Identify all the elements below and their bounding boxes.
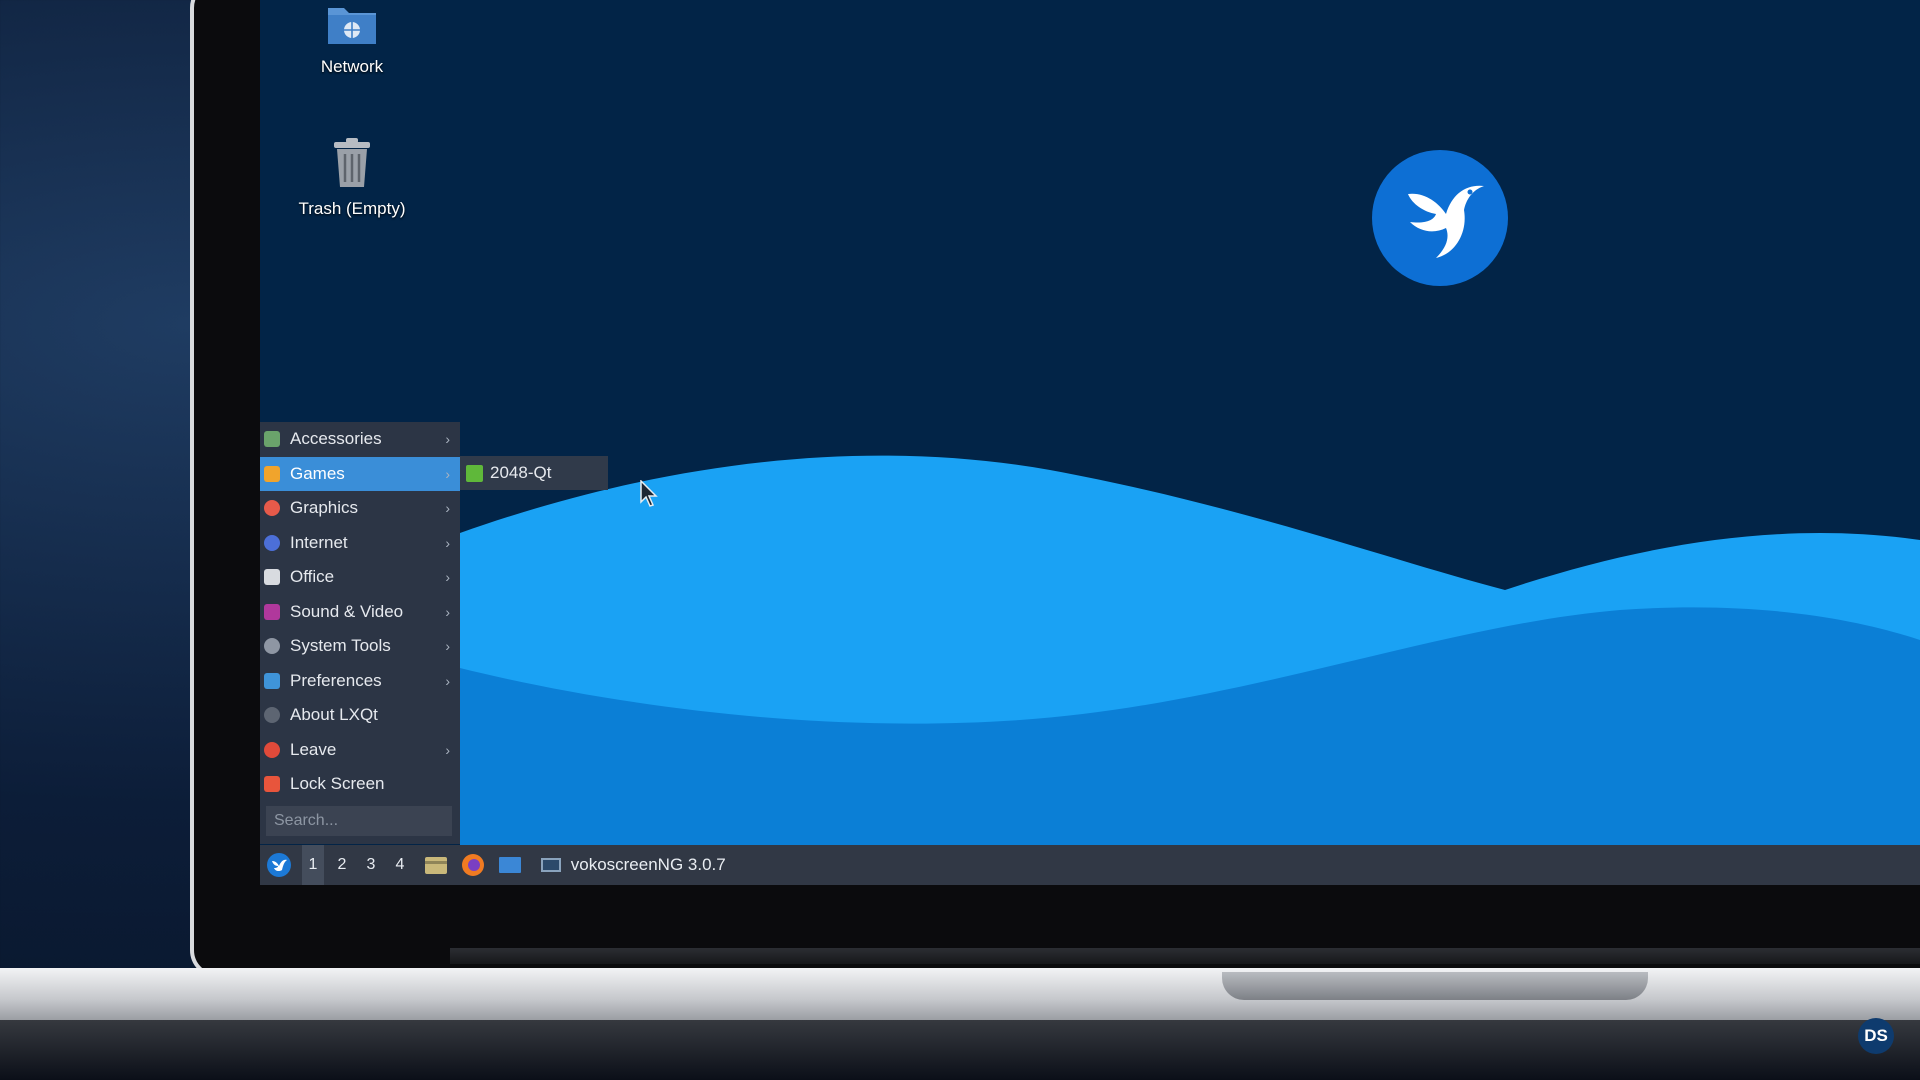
menu-item-sound-video[interactable]: Sound & Video › <box>260 595 460 630</box>
menu-item-accessories[interactable]: Accessories › <box>260 422 460 457</box>
desktop-icon-network[interactable]: Network <box>282 2 422 77</box>
lock-icon <box>264 776 280 792</box>
menu-item-about-lxqt[interactable]: About LXQt <box>260 698 460 733</box>
network-folder-icon <box>282 2 422 51</box>
main-menu-button[interactable] <box>266 845 294 885</box>
submenu-item-label: 2048-Qt <box>490 463 552 482</box>
laptop-shadow <box>0 1020 1920 1080</box>
menu-item-lock-screen[interactable]: Lock Screen <box>260 767 460 802</box>
menu-item-label: Internet <box>290 532 348 552</box>
chevron-right-icon: › <box>445 638 450 654</box>
menu-search-input[interactable]: Search... <box>266 806 452 836</box>
menu-item-office[interactable]: Office › <box>260 560 460 595</box>
menu-item-label: System Tools <box>290 636 391 655</box>
workspace-4[interactable]: 4 <box>389 845 411 885</box>
menu-item-system-tools[interactable]: System Tools › <box>260 629 460 664</box>
channel-badge: DS <box>1858 1018 1894 1054</box>
menu-item-label: Office <box>290 567 335 586</box>
accessories-icon <box>264 431 280 447</box>
office-icon <box>264 569 280 585</box>
menu-item-leave[interactable]: Leave › <box>260 733 460 768</box>
taskbar-task-vokoscreen[interactable]: vokoscreenNG 3.0.7 <box>540 845 760 885</box>
menu-item-label: Accessories <box>290 429 382 448</box>
desktop-icon-label: Trash (Empty) <box>298 199 406 218</box>
menu-item-preferences[interactable]: Preferences › <box>260 664 460 699</box>
vokoscreen-icon <box>541 857 561 872</box>
chevron-right-icon: › <box>445 534 450 551</box>
chevron-right-icon: › <box>445 431 450 447</box>
laptop-notch <box>1222 972 1648 1000</box>
menu-item-graphics[interactable]: Graphics › <box>260 491 460 526</box>
info-icon <box>264 707 280 723</box>
chevron-right-icon: › <box>445 672 450 689</box>
sound-video-icon <box>264 603 280 620</box>
desktop-screen: Network Trash (Empty) Accessories › Game… <box>260 0 1920 885</box>
chevron-right-icon: › <box>445 603 450 620</box>
chevron-right-icon: › <box>445 465 450 482</box>
application-menu: Accessories › Games › Graphics › Interne… <box>260 422 460 844</box>
trash-icon <box>282 138 422 193</box>
menu-item-label: Graphics <box>290 498 359 517</box>
desktop-icon-trash[interactable]: Trash (Empty) <box>282 138 422 219</box>
menu-item-label: About LXQt <box>290 705 378 724</box>
wallpaper-waves <box>460 455 1920 845</box>
workspace-2[interactable]: 2 <box>331 845 353 885</box>
chevron-right-icon: › <box>445 741 450 758</box>
desktop-icon-label: Network <box>320 57 384 76</box>
chevron-right-icon: › <box>445 500 450 516</box>
menu-item-label: Preferences <box>290 670 382 690</box>
games-icon <box>264 465 280 482</box>
lubuntu-menu-icon <box>267 853 291 877</box>
menu-item-label: Leave <box>290 739 337 759</box>
workspace-3[interactable]: 3 <box>360 845 382 885</box>
system-tools-icon <box>264 638 280 654</box>
workspace-1[interactable]: 1 <box>302 845 324 885</box>
power-icon <box>264 741 280 758</box>
firefox-icon[interactable] <box>461 845 487 885</box>
taskbar: 1 2 3 4 vokoscreenNG 3.0.7 <box>260 845 1920 885</box>
mouse-cursor-icon <box>640 480 658 507</box>
menu-item-internet[interactable]: Internet › <box>260 526 460 561</box>
file-manager-icon[interactable] <box>424 845 450 885</box>
submenu-item-2048-qt[interactable]: 2048-Qt <box>466 456 608 490</box>
2048-icon <box>466 465 483 482</box>
menu-item-label: Lock Screen <box>290 774 385 793</box>
internet-icon <box>264 534 280 551</box>
menu-item-label: Sound & Video <box>290 601 404 621</box>
menu-item-games[interactable]: Games › <box>260 456 460 491</box>
graphics-icon <box>264 500 280 516</box>
chevron-right-icon: › <box>445 569 450 585</box>
menu-item-label: Games <box>290 463 345 483</box>
preferences-icon <box>264 672 280 689</box>
games-submenu: 2048-Qt <box>460 456 608 490</box>
desktop-icon[interactable] <box>498 845 524 885</box>
laptop-hinge <box>450 948 1920 964</box>
task-label: vokoscreenNG 3.0.7 <box>570 855 726 874</box>
lubuntu-bird-logo <box>1372 150 1508 286</box>
